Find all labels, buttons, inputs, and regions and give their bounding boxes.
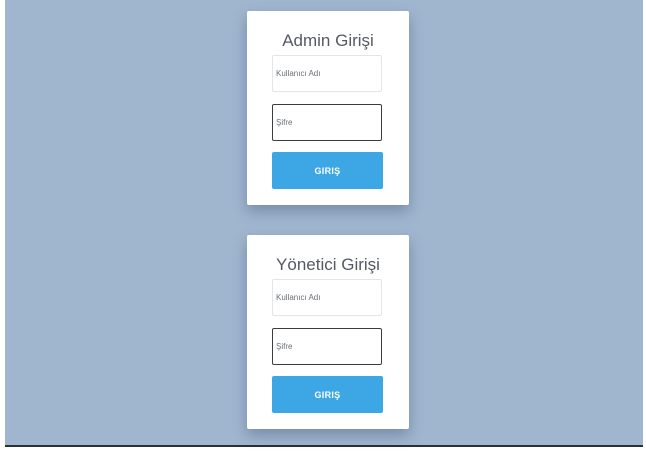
admin-password-input[interactable] [272, 104, 382, 141]
bottom-divider [5, 445, 643, 447]
page: Admin Girişi GIRIŞ Yönetici Girişi GIRIŞ [0, 0, 646, 452]
manager-username-input[interactable] [272, 279, 382, 316]
admin-username-input[interactable] [272, 55, 382, 92]
manager-login-button[interactable]: GIRIŞ [272, 376, 383, 413]
manager-password-input[interactable] [272, 328, 382, 365]
manager-login-card: Yönetici Girişi GIRIŞ [247, 235, 409, 429]
admin-login-title: Admin Girişi [282, 31, 374, 50]
admin-login-card: Admin Girişi GIRIŞ [247, 11, 409, 205]
manager-login-title: Yönetici Girişi [276, 255, 380, 274]
admin-login-button[interactable]: GIRIŞ [272, 152, 383, 189]
